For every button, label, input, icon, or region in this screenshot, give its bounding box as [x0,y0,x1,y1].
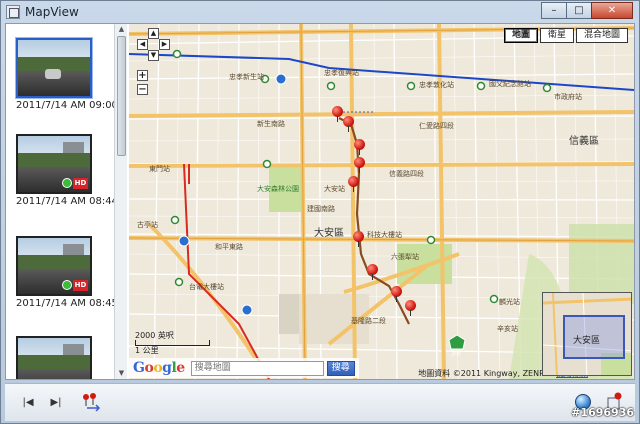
location-marker-icon[interactable] [354,139,365,155]
zoom-out-button[interactable]: − [137,84,148,95]
map-label: 大安區 [314,228,344,239]
bottom-toolbar: |◀ ▶| [5,383,635,421]
video-thumbnail[interactable] [16,38,92,98]
minimize-button[interactable]: – [541,2,567,19]
attribution-text: 地圖資料 ©2011 Kingway, ZENRIN [418,369,553,378]
map-search-input[interactable] [190,360,324,376]
map-label: 忠孝新生站 [229,73,264,81]
client-area: 2011/7/14 AM 09:00 HD 2011/7/14 AM 08:44… [5,23,635,380]
map-label: 信義路四段 [389,170,424,178]
map-label: 建國南路 [307,205,335,213]
map-label: 市政府站 [554,93,582,101]
map-label: 基隆路二段 [351,317,386,325]
map-label: 新生南路 [257,120,285,128]
video-thumbnail[interactable]: HD [16,336,92,379]
location-marker-icon[interactable] [354,157,365,173]
map-label: 辛亥站 [497,325,518,333]
video-timestamp: 2011/7/14 AM 08:45 [16,298,118,309]
location-marker-icon[interactable] [348,176,359,192]
video-timestamp: 2011/7/14 AM 08:44 [16,196,118,207]
title-bar[interactable]: MapView – □ ✕ [1,1,639,23]
maximize-button[interactable]: □ [566,2,592,19]
previous-button[interactable]: |◀ [19,394,37,412]
map-label: 國父紀念館站 [489,80,531,88]
location-marker-icon[interactable] [405,300,416,316]
location-marker-icon[interactable] [367,264,378,280]
watermark-text: #1696936 [571,406,634,419]
map-label: 大安站 [324,185,345,193]
video-list-item[interactable]: 2011/7/14 AM 09:00 [16,38,118,111]
close-button[interactable]: ✕ [591,2,633,19]
map-label: 信義區 [569,136,599,147]
map-search-bar: Google 搜尋 [129,358,359,378]
pan-left-icon[interactable]: ◀ [137,39,148,50]
app-icon [6,5,20,19]
map-type-satellite-button[interactable]: 衛星 [539,28,574,43]
pan-down-icon[interactable]: ▼ [148,50,159,61]
video-list-scrollbar[interactable]: ▲ ▼ [114,24,127,379]
zoom-in-button[interactable]: + [137,70,148,81]
location-marker-icon[interactable] [343,116,354,132]
map-search-button[interactable]: 搜尋 [326,360,355,376]
window-title: MapView [25,5,79,19]
video-list: 2011/7/14 AM 09:00 HD 2011/7/14 AM 08:44… [6,24,127,379]
google-logo: Google [133,360,185,376]
scale-label-metric: 1 公里 [135,346,159,355]
map-label: 科技大樓站 [367,231,402,239]
map-label: 仁愛路四段 [419,122,454,130]
map-label: 和平東路 [215,243,243,251]
map-label: 忠孝敦化站 [419,81,454,89]
map-label: 麟光站 [499,298,520,306]
map-label: 六張犁站 [391,253,419,261]
video-timestamp: 2011/7/14 AM 09:00 [16,100,118,111]
map-view[interactable]: 大安區 信義區 忠孝復興站 忠孝敦化站 忠孝新生站 國父紀念館站 市政府站 六張… [129,24,634,379]
overview-label: 大安區 [573,336,601,346]
video-list-item[interactable]: HD 2011/7/14 AM 08:45 [16,236,118,309]
map-type-map-button[interactable]: 地圖 [503,28,538,43]
overview-map[interactable]: 大安區 [542,292,632,376]
hd-badge: HD [73,178,88,189]
video-thumbnail[interactable]: HD [16,134,92,194]
hd-badge: HD [73,280,88,291]
next-button[interactable]: ▶| [47,394,65,412]
location-marker-icon[interactable] [391,286,402,302]
map-label: 台電大樓站 [189,283,224,291]
video-list-item[interactable]: HD [16,336,96,379]
map-label: 忠孝復興站 [324,69,359,77]
map-label: 大安森林公園 [257,185,299,193]
video-list-item[interactable]: HD 2011/7/14 AM 08:44 [16,134,118,207]
gps-icon [62,178,72,188]
pan-control: ▲ ◀ ▶ ▼ [137,28,171,62]
map-label: 古亭站 [137,221,158,229]
map-type-hybrid-button[interactable]: 混合地圖 [575,28,628,43]
map-label: 東門站 [149,165,170,173]
location-marker-icon[interactable] [332,106,343,122]
location-marker-icon[interactable] [353,231,364,247]
route-icon[interactable] [81,392,103,414]
highway-shield-icon [448,334,466,350]
map-label: 3甲 [451,351,461,358]
app-window: MapView – □ ✕ 2011/7/14 AM 09:00 HD 2011… [0,0,640,424]
scroll-down-icon[interactable]: ▼ [117,369,126,378]
gps-icon [62,280,72,290]
map-type-control: 地圖 衛星 混合地圖 [502,28,628,43]
pan-up-icon[interactable]: ▲ [148,28,159,39]
pan-right-icon[interactable]: ▶ [159,39,170,50]
scroll-up-icon[interactable]: ▲ [117,25,126,34]
video-thumbnail[interactable]: HD [16,236,92,296]
window-controls: – □ ✕ [541,2,633,19]
scrollbar-thumb[interactable] [117,36,126,156]
